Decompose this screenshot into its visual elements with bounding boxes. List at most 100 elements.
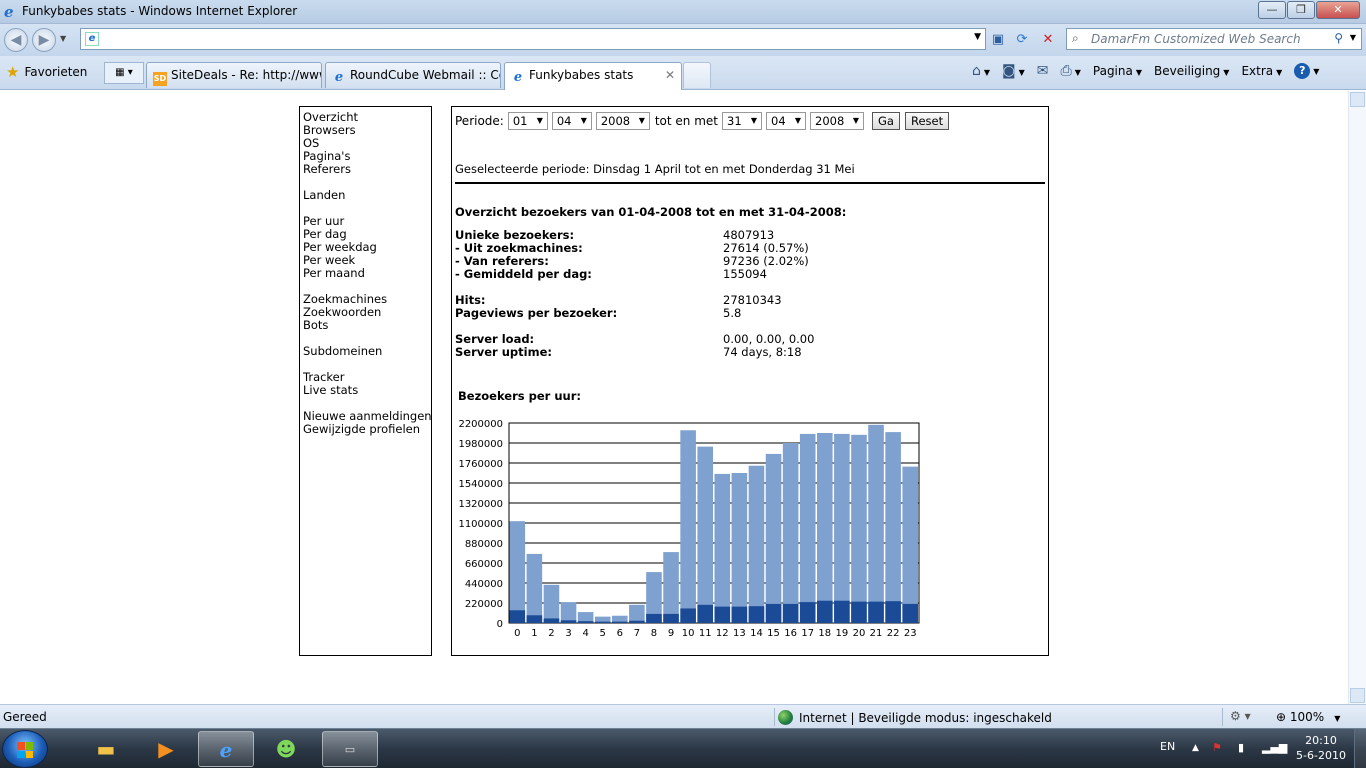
y-tick-label: 440000 — [465, 579, 503, 590]
compatibility-view-icon[interactable]: ▣ — [988, 30, 1008, 50]
go-button[interactable]: Ga — [872, 112, 900, 130]
to-day-select[interactable]: 31 ▼ — [722, 112, 762, 130]
chart-bar-total — [543, 584, 560, 623]
close-tab-icon[interactable]: ✕ — [665, 68, 675, 82]
menu-link-per-maand[interactable]: Per maand — [303, 267, 431, 280]
safety-menu-label: Beveiliging — [1154, 64, 1221, 78]
ie-logo-icon: e — [4, 3, 14, 21]
from-year-select[interactable]: 2008 ▼ — [595, 112, 650, 130]
tools-menu[interactable]: Extra ▼ — [1241, 64, 1282, 78]
chart-bar-lower — [851, 601, 867, 623]
address-dropdown-icon[interactable]: ▼ — [974, 32, 981, 42]
search-bar[interactable]: ⌕ ⚲ ▼ — [1066, 28, 1362, 50]
status-bar: Gereed Internet | Beveiligde modus: inge… — [0, 704, 1366, 728]
minimize-button[interactable]: — — [1258, 1, 1286, 19]
menu-link-subdomeinen[interactable]: Subdomeinen — [303, 345, 431, 358]
from-day-select[interactable]: 01 ▼ — [507, 112, 548, 130]
tab-bar: ★ Favorieten ▦ ▾ SD SiteDeals - Re: http:… — [0, 56, 1366, 90]
search-options-dropdown-icon[interactable]: ▼ — [1350, 33, 1356, 42]
x-tick-label: 7 — [634, 628, 640, 637]
to-year-select[interactable]: 2008 ▼ — [810, 112, 864, 130]
close-window-button[interactable]: ✕ — [1316, 1, 1360, 19]
forward-button[interactable]: ▶ — [32, 28, 56, 52]
help-icon: ? — [1294, 63, 1311, 79]
address-input[interactable] — [103, 31, 963, 47]
x-tick-label: 6 — [617, 628, 623, 637]
feeds-button[interactable]: ◙ ▼ — [1002, 63, 1025, 79]
mail-icon: ✉ — [1036, 63, 1049, 79]
stat-key: Pageviews per bezoeker: — [455, 306, 618, 320]
menu-link-gewijzigde-profielen[interactable]: Gewijzigde profielen — [303, 423, 431, 436]
protected-mode-icon[interactable]: ⚙ ▾ — [1230, 709, 1251, 723]
explorer-taskbar-icon[interactable]: ▬ — [78, 731, 134, 767]
chart-bar-total — [885, 432, 901, 623]
vertical-scrollbar[interactable] — [1348, 91, 1366, 704]
page-favicon-icon: e — [85, 32, 99, 46]
back-button[interactable]: ◀ — [4, 28, 28, 52]
menu-link-landen[interactable]: Landen — [303, 189, 431, 202]
chart-bar-lower — [765, 603, 782, 623]
chart-bar-lower — [834, 600, 850, 623]
x-tick-label: 19 — [836, 628, 849, 637]
clock[interactable]: 20:10 5-6-2010 — [1295, 733, 1347, 763]
tab-roundcube[interactable]: e RoundCube Webmail :: Co... — [325, 62, 501, 88]
rss-feed-icon: ◙ — [1002, 63, 1016, 79]
from-month-select[interactable]: 04 ▼ — [551, 112, 592, 130]
x-tick-label: 2 — [548, 628, 554, 637]
search-icon[interactable]: ⚲ — [1334, 31, 1343, 45]
new-tab-button[interactable] — [683, 62, 711, 88]
tab-sitedeals[interactable]: SD SiteDeals - Re: http://www.... — [146, 62, 322, 88]
network-signal-icon[interactable]: ▂▄▆ — [1262, 741, 1287, 754]
zoom-control[interactable]: ⊕ 100% ▼ — [1276, 710, 1340, 724]
help-menu[interactable]: ? ▼ — [1294, 63, 1319, 79]
chart-bar-total — [680, 430, 696, 623]
safety-menu[interactable]: Beveiliging ▼ — [1154, 64, 1229, 78]
menu-link-live-stats[interactable]: Live stats — [303, 384, 431, 397]
clock-date: 5-6-2010 — [1296, 749, 1346, 762]
chart-bar-lower — [885, 601, 901, 623]
y-tick-label: 0 — [497, 619, 503, 630]
stop-icon[interactable]: ✕ — [1038, 30, 1058, 50]
to-month-select[interactable]: 04 ▼ — [766, 112, 806, 130]
stat-row: Server uptime: 74 days, 8:18 — [455, 346, 1045, 359]
internet-explorer-taskbar-icon[interactable]: e — [198, 731, 254, 767]
y-tick-label: 1320000 — [458, 499, 503, 510]
ie-page-icon: e — [334, 70, 344, 85]
home-button[interactable]: ⌂ ▼ — [972, 63, 990, 79]
mail-button[interactable]: ✉ — [1037, 63, 1049, 79]
scroll-up-arrow-icon[interactable] — [1350, 92, 1365, 107]
show-desktop-button[interactable] — [1354, 729, 1366, 768]
media-player-taskbar-icon[interactable]: ▶ — [138, 731, 194, 767]
to-day-value: 31 — [727, 114, 742, 128]
show-hidden-icons-icon[interactable]: ▲ — [1192, 743, 1199, 753]
page-menu[interactable]: Pagina ▼ — [1093, 64, 1142, 78]
security-zone[interactable]: Internet | Beveiligde modus: ingeschakel… — [778, 710, 1052, 725]
chart-title: Bezoekers per uur: — [458, 389, 581, 403]
tab-funkybabes-stats[interactable]: e Funkybabes stats ✕ — [504, 62, 682, 90]
maximize-button[interactable]: ❐ — [1287, 1, 1315, 19]
x-tick-label: 22 — [887, 628, 900, 637]
menu-link-browsers[interactable]: Browsers — [303, 124, 431, 137]
to-year-value: 2008 — [815, 114, 845, 128]
favorites-button[interactable]: ★ Favorieten — [6, 63, 87, 81]
print-button[interactable]: ⎙ ▼ — [1061, 63, 1081, 79]
quick-tabs-button[interactable]: ▦ ▾ — [104, 62, 144, 84]
refresh-icon[interactable]: ⟳ — [1012, 30, 1032, 50]
recent-pages-dropdown-icon[interactable]: ▼ — [60, 34, 66, 43]
search-input[interactable] — [1091, 31, 1321, 47]
x-tick-label: 0 — [514, 628, 520, 637]
x-tick-label: 23 — [904, 628, 917, 637]
action-center-flag-icon[interactable]: ⚑ — [1212, 741, 1222, 754]
tab-label: Funkybabes stats — [529, 68, 634, 82]
menu-link-bots[interactable]: Bots — [303, 319, 431, 332]
battery-icon[interactable]: ▮ — [1238, 741, 1244, 754]
chart-bar-lower — [817, 600, 833, 623]
address-bar[interactable]: e ▼ — [80, 28, 986, 50]
language-indicator[interactable]: EN — [1160, 740, 1175, 753]
start-button[interactable] — [2, 730, 48, 768]
scroll-down-arrow-icon[interactable] — [1350, 688, 1365, 703]
app-taskbar-icon[interactable]: ▭ — [322, 731, 378, 767]
messenger-taskbar-icon[interactable]: ☻ — [258, 731, 314, 767]
menu-link-referers[interactable]: Referers — [303, 163, 431, 176]
reset-button[interactable]: Reset — [904, 112, 950, 130]
